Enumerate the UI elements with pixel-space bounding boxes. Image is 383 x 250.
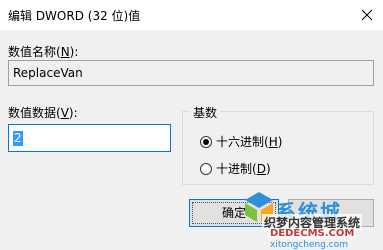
radio-hex-label: 十六进制(H) [216, 135, 283, 149]
value-name-field[interactable]: ReplaceVan [8, 60, 374, 86]
window-title: 编辑 DWORD (32 位)值 [8, 9, 141, 23]
close-icon [361, 9, 372, 21]
radio-decimal[interactable]: 十进制(D) [200, 160, 271, 177]
watermark-en-text: DEDECMS.COM [268, 228, 357, 239]
radio-checked-icon [200, 135, 212, 148]
radio-dec-label: 十进制(D) [216, 162, 271, 176]
value-data-input[interactable]: 2 [8, 124, 171, 152]
base-group-title: 基数 [190, 104, 221, 121]
radio-unchecked-icon [200, 162, 212, 175]
watermark-url: xitongcheng.com [270, 240, 348, 250]
value-data-label: 数值数据(V): [8, 106, 78, 120]
close-button[interactable] [350, 0, 383, 30]
title-bar: 编辑 DWORD (32 位)值 [0, 0, 383, 30]
value-data-text: 2 [13, 131, 23, 146]
radio-hexadecimal[interactable]: 十六进制(H) [200, 133, 282, 150]
value-name-label: 数值名称(N): [8, 45, 79, 59]
